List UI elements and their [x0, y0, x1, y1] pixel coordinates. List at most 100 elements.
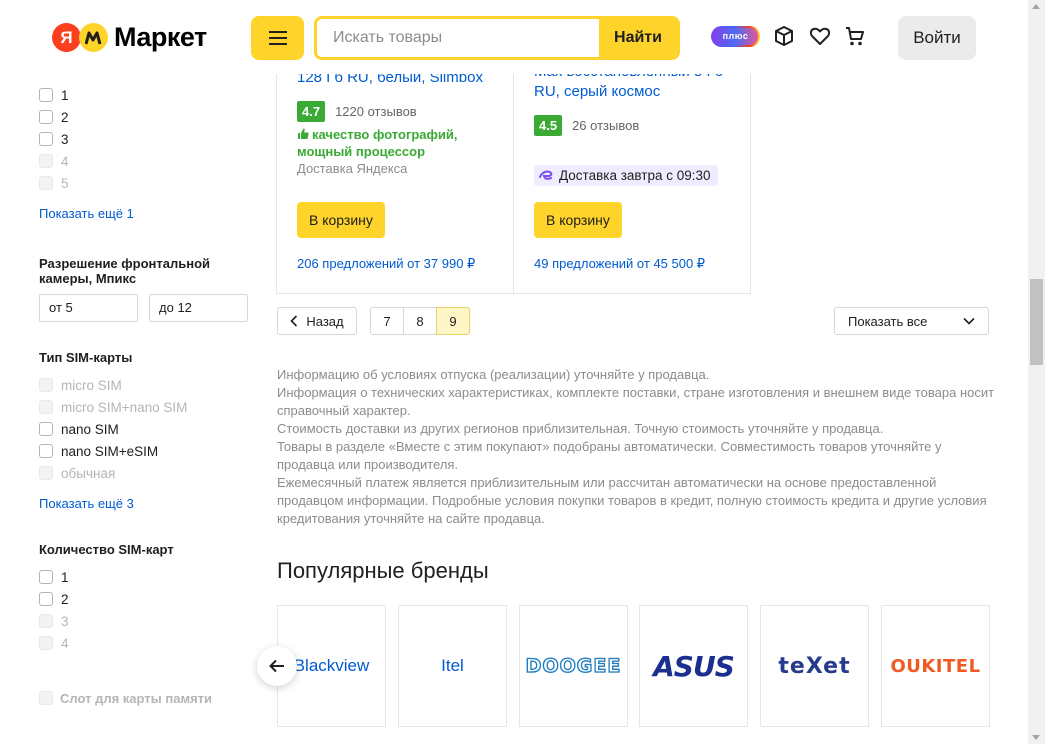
filter-option: обычная: [39, 462, 249, 484]
disclaimer-line: Информация о технических характеристиках…: [277, 385, 995, 418]
catalog-menu-icon: [268, 31, 287, 33]
filter-option[interactable]: nano SIM+eSIM: [39, 440, 249, 462]
filter-option: micro SIM: [39, 374, 249, 396]
brand-card[interactable]: teXet: [760, 605, 869, 727]
login-button[interactable]: Войти: [898, 16, 976, 60]
rating-badge: 4.5: [534, 115, 563, 136]
filter-option[interactable]: 1: [39, 84, 249, 106]
pagination-back-button[interactable]: Назад: [277, 307, 357, 335]
oukitel-logo: OUKITEL: [890, 655, 981, 677]
rating: 4.5 26 отзывов: [534, 115, 639, 136]
filter-option[interactable]: 1: [39, 566, 249, 588]
scroll-down-icon[interactable]: [1032, 735, 1040, 740]
range-from-input[interactable]: от 5: [39, 294, 138, 322]
pagination-page[interactable]: 8: [403, 307, 437, 335]
checkbox[interactable]: [39, 88, 53, 102]
filter-title: Разрешение фронтальной камеры, Мпикс: [39, 256, 211, 286]
brand-card[interactable]: ASUS: [639, 605, 748, 727]
checkbox: [39, 176, 53, 190]
page-scrollbar[interactable]: [1028, 0, 1045, 744]
rating-badge: 4.7: [297, 101, 326, 122]
disclaimer-line: Товары в разделе «Вместе с этим покупают…: [277, 439, 942, 472]
show-more-link[interactable]: Показать ещё 1: [39, 206, 249, 221]
add-to-cart-button[interactable]: В корзину: [534, 202, 622, 238]
box-icon[interactable]: [772, 24, 796, 48]
delivery-info: Доставка Яндекса: [297, 161, 408, 176]
add-to-cart-button[interactable]: В корзину: [297, 202, 385, 238]
rating: 4.7 1220 отзывов: [297, 101, 417, 122]
filters-sidebar: 1 2 3 4 5 Показать ещё 1 Разрешение фрон…: [39, 74, 249, 709]
product-highlight: качество фотографий, мощный процессор: [297, 127, 458, 159]
show-more-link[interactable]: Показать ещё 3: [39, 496, 249, 511]
pagination: Назад 7 8 9: [277, 307, 470, 335]
checkbox[interactable]: [39, 110, 53, 124]
pagination-page[interactable]: 7: [370, 307, 404, 335]
offers-link[interactable]: 49 предложений от 45 500 ₽: [534, 256, 705, 272]
brand-card[interactable]: OUKITEL: [881, 605, 990, 727]
catalog-menu-button[interactable]: [251, 16, 304, 60]
filter-option: 4: [39, 150, 249, 172]
checkbox: [39, 400, 53, 414]
header: Я Маркет Найти плюс Войти: [0, 0, 1028, 74]
checkbox[interactable]: [39, 592, 53, 606]
reviews-count[interactable]: 26 отзывов: [572, 118, 639, 133]
arrow-left-icon: [269, 659, 284, 673]
checkbox[interactable]: [39, 444, 53, 458]
range-to-input[interactable]: до 12: [149, 294, 248, 322]
brands-prev-button[interactable]: [257, 646, 297, 686]
doogee-logo: DOOGEE: [525, 654, 622, 677]
filter-option-memory-slot: Слот для карты памяти: [39, 687, 249, 709]
checkbox: [39, 691, 53, 705]
logo[interactable]: Я Маркет: [52, 22, 207, 53]
market-logo-icon: [79, 23, 108, 52]
checkbox: [39, 154, 53, 168]
checkbox: [39, 466, 53, 480]
filter-group-sim-type: Тип SIM-карты micro SIM micro SIM+nano S…: [39, 350, 249, 511]
disclaimer: Информацию об условиях отпуска (реализац…: [277, 366, 997, 528]
cart-icon[interactable]: [843, 24, 867, 48]
search-input[interactable]: [317, 19, 599, 57]
yandex-logo-icon: Я: [52, 23, 81, 52]
brand-name: Itel: [441, 656, 464, 675]
product-card: 128 Гб RU, белый, Slimbox 4.7 1220 отзыв…: [277, 70, 514, 293]
search-button[interactable]: Найти: [599, 19, 677, 57]
plus-icon[interactable]: плюс: [711, 26, 760, 47]
heart-icon[interactable]: [808, 24, 832, 48]
checkbox: [39, 378, 53, 392]
show-all-dropdown[interactable]: Показать все: [834, 307, 989, 335]
scrollbar-thumb[interactable]: [1030, 279, 1043, 365]
filter-option: 5: [39, 172, 249, 194]
filter-option[interactable]: nano SIM: [39, 418, 249, 440]
brand-card[interactable]: DOOGEE: [519, 605, 628, 727]
filter-group-count: 1 2 3 4 5 Показать ещё 1: [39, 84, 249, 221]
chevron-left-icon: [290, 315, 298, 327]
brand-card[interactable]: Itel: [398, 605, 507, 727]
product-grid: 128 Гб RU, белый, Slimbox 4.7 1220 отзыв…: [276, 68, 751, 294]
filter-title: Тип SIM-карты: [39, 350, 133, 365]
offers-link[interactable]: 206 предложений от 37 990 ₽: [297, 256, 475, 272]
filter-option[interactable]: 2: [39, 106, 249, 128]
scroll-up-icon[interactable]: [1032, 4, 1040, 9]
checkbox[interactable]: [39, 132, 53, 146]
disclaimer-line: Информацию об условиях отпуска (реализац…: [277, 367, 710, 382]
pagination-page-current[interactable]: 9: [436, 307, 470, 335]
filter-option[interactable]: 2: [39, 588, 249, 610]
chevron-down-icon: [963, 317, 975, 325]
checkbox[interactable]: [39, 422, 53, 436]
plus-badge-label: плюс: [713, 28, 758, 45]
checkbox: [39, 636, 53, 650]
popular-brands-title: Популярные бренды: [277, 558, 489, 583]
logo-text: Маркет: [114, 22, 207, 52]
brand-name: Blackview: [293, 656, 370, 675]
thumbs-up-icon: [298, 128, 309, 139]
search-bar: Найти: [314, 16, 680, 60]
disclaimer-line: Ежемесячный платеж является приблизитель…: [277, 475, 987, 526]
filter-title: Количество SIM-карт: [39, 542, 174, 557]
filter-option: 4: [39, 632, 249, 654]
checkbox[interactable]: [39, 570, 53, 584]
brands-carousel: Blackview Itel DOOGEE ASUS teXet OUKITEL: [277, 605, 990, 727]
filter-option: micro SIM+nano SIM: [39, 396, 249, 418]
range-inputs: от 5 до 12: [39, 294, 249, 322]
filter-option[interactable]: 3: [39, 128, 249, 150]
reviews-count[interactable]: 1220 отзывов: [335, 104, 417, 119]
